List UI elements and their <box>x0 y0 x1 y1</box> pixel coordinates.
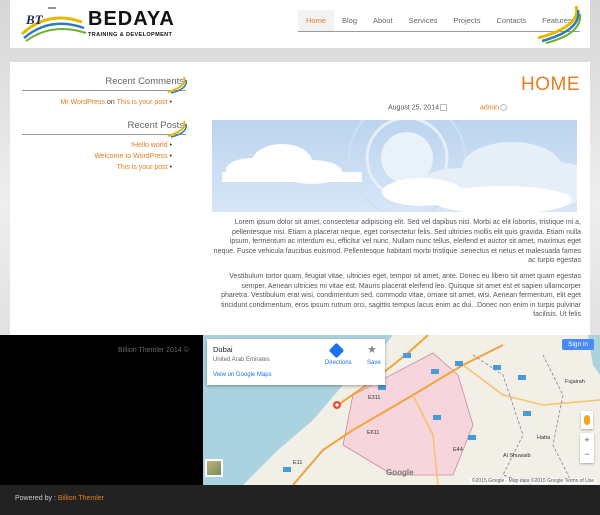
post-author[interactable]: admin <box>480 104 508 111</box>
widget-divider <box>22 134 186 135</box>
user-icon <box>500 104 508 111</box>
list-item: This is your post <box>94 162 172 173</box>
powered-by-label: Powered by : <box>15 495 56 502</box>
footer-copyright: Billion Themler 2014 © <box>118 347 189 354</box>
map-signin-button[interactable]: Sign in <box>562 339 594 350</box>
recent-posts-list: !Hello world Welcome to WordPress This i… <box>94 140 172 173</box>
map-label-e311: E311 <box>368 395 381 401</box>
widget-divider <box>22 90 186 91</box>
map-place-name: Dubai <box>213 345 233 354</box>
comment-on-label: on <box>107 99 115 106</box>
zoom-control: + − <box>580 433 594 463</box>
list-item: Welcome to WordPress <box>94 151 172 162</box>
header-swoosh-icon <box>537 5 582 44</box>
map-label-e611: E611 <box>367 430 380 436</box>
zoom-out-button[interactable]: − <box>580 447 594 461</box>
save-link[interactable]: Save <box>367 360 381 366</box>
map-label-e11: E11 <box>293 460 303 466</box>
widget-swoosh-icon <box>167 76 187 94</box>
star-icon[interactable]: ★ <box>367 343 377 356</box>
post-paragraph-1: Lorem ipsum dolor sit amet, consectetur … <box>213 219 581 265</box>
map-label-al-shuwaib: Al Shuwaib <box>503 453 531 459</box>
post-date: August 25, 2014 <box>388 104 447 111</box>
map-attribution[interactable]: ©2015 Google · Map data ©2015 Google Ter… <box>469 478 596 484</box>
widget-swoosh-icon <box>167 120 187 138</box>
view-larger-map-link[interactable]: View on Google Maps <box>213 372 272 378</box>
zoom-in-button[interactable]: + <box>580 433 594 447</box>
post-paragraph-2: Vestibulum tortor quam, feugiat vitae, u… <box>221 273 581 319</box>
nav-projects[interactable]: Projects <box>445 10 488 31</box>
map-label-hatta: Hatta <box>537 435 551 441</box>
comment-post-link[interactable]: This is your post <box>117 99 168 106</box>
nav-services[interactable]: Services <box>401 10 446 31</box>
nav-blog[interactable]: Blog <box>334 10 365 31</box>
satellite-toggle[interactable] <box>205 459 223 477</box>
calendar-icon <box>440 104 447 111</box>
site-header: BT BEDAYA TRAINING & DEVELOPMENT Home Bl… <box>10 0 590 48</box>
directions-icon[interactable] <box>328 342 345 359</box>
nav-home[interactable]: Home <box>298 10 335 31</box>
content-area: Recent Comments Mr WordPress on This is … <box>10 62 590 335</box>
comment-author-link[interactable]: Mr WordPress <box>60 99 105 106</box>
map-info-card: Dubai United Arab Emirates View on Googl… <box>207 339 385 385</box>
logo-tagline: TRAINING & DEVELOPMENT <box>88 32 173 38</box>
powered-by-bar: Powered by : Billion Themler <box>0 485 600 515</box>
powered-by-link[interactable]: Billion Themler <box>58 495 104 502</box>
recent-comments-list: Mr WordPress on This is your post <box>60 97 172 108</box>
post-link[interactable]: Welcome to WordPress <box>94 153 167 160</box>
map-label-fujairah: Fujairah <box>565 379 585 385</box>
sky-clouds-illustration <box>222 120 577 212</box>
post-author-text[interactable]: admin <box>480 104 499 111</box>
pegman-icon[interactable] <box>581 411 593 429</box>
logo-initials: BT <box>26 12 43 27</box>
google-map[interactable]: Fujairah Al Shuwaib Hatta E611 E44 E11 E… <box>203 335 600 485</box>
hero-image <box>212 120 577 212</box>
list-item: !Hello world <box>94 140 172 151</box>
post-link[interactable]: !Hello world <box>131 142 168 149</box>
map-label-e44: E44 <box>453 447 463 453</box>
page-title: HOME <box>521 74 580 95</box>
nav-about[interactable]: About <box>365 10 401 31</box>
post-link[interactable]: This is your post <box>117 164 168 171</box>
list-item: Mr WordPress on This is your post <box>60 97 172 108</box>
powered-by-text: Powered by : Billion Themler <box>15 495 104 502</box>
logo-name: BEDAYA <box>88 8 175 30</box>
directions-link[interactable]: Directions <box>325 360 352 366</box>
google-logo: Google <box>386 468 414 477</box>
logo[interactable]: BT BEDAYA TRAINING & DEVELOPMENT <box>18 4 188 44</box>
post-date-text: August 25, 2014 <box>388 104 439 112</box>
nav-contacts[interactable]: Contacts <box>489 10 535 31</box>
map-place-country: United Arab Emirates <box>213 357 270 363</box>
